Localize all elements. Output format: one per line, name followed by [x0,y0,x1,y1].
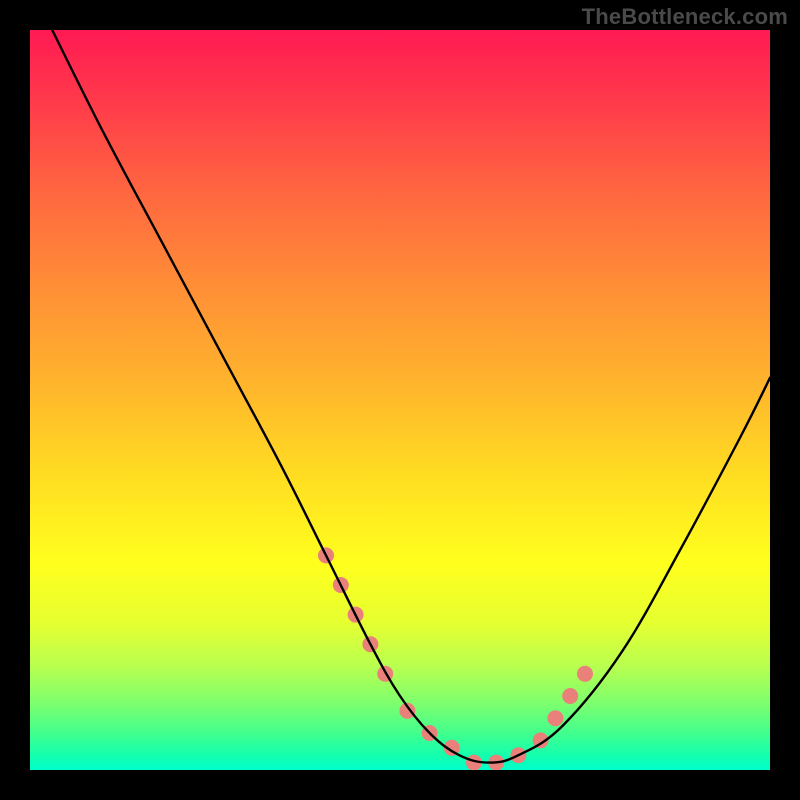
chart-svg [30,30,770,770]
highlight-dot [577,666,593,682]
watermark-text: TheBottleneck.com [582,4,788,30]
bottleneck-curve [52,30,770,763]
plot-area [30,30,770,770]
highlight-dot [562,688,578,704]
chart-frame: TheBottleneck.com [0,0,800,800]
highlight-dot [547,710,563,726]
